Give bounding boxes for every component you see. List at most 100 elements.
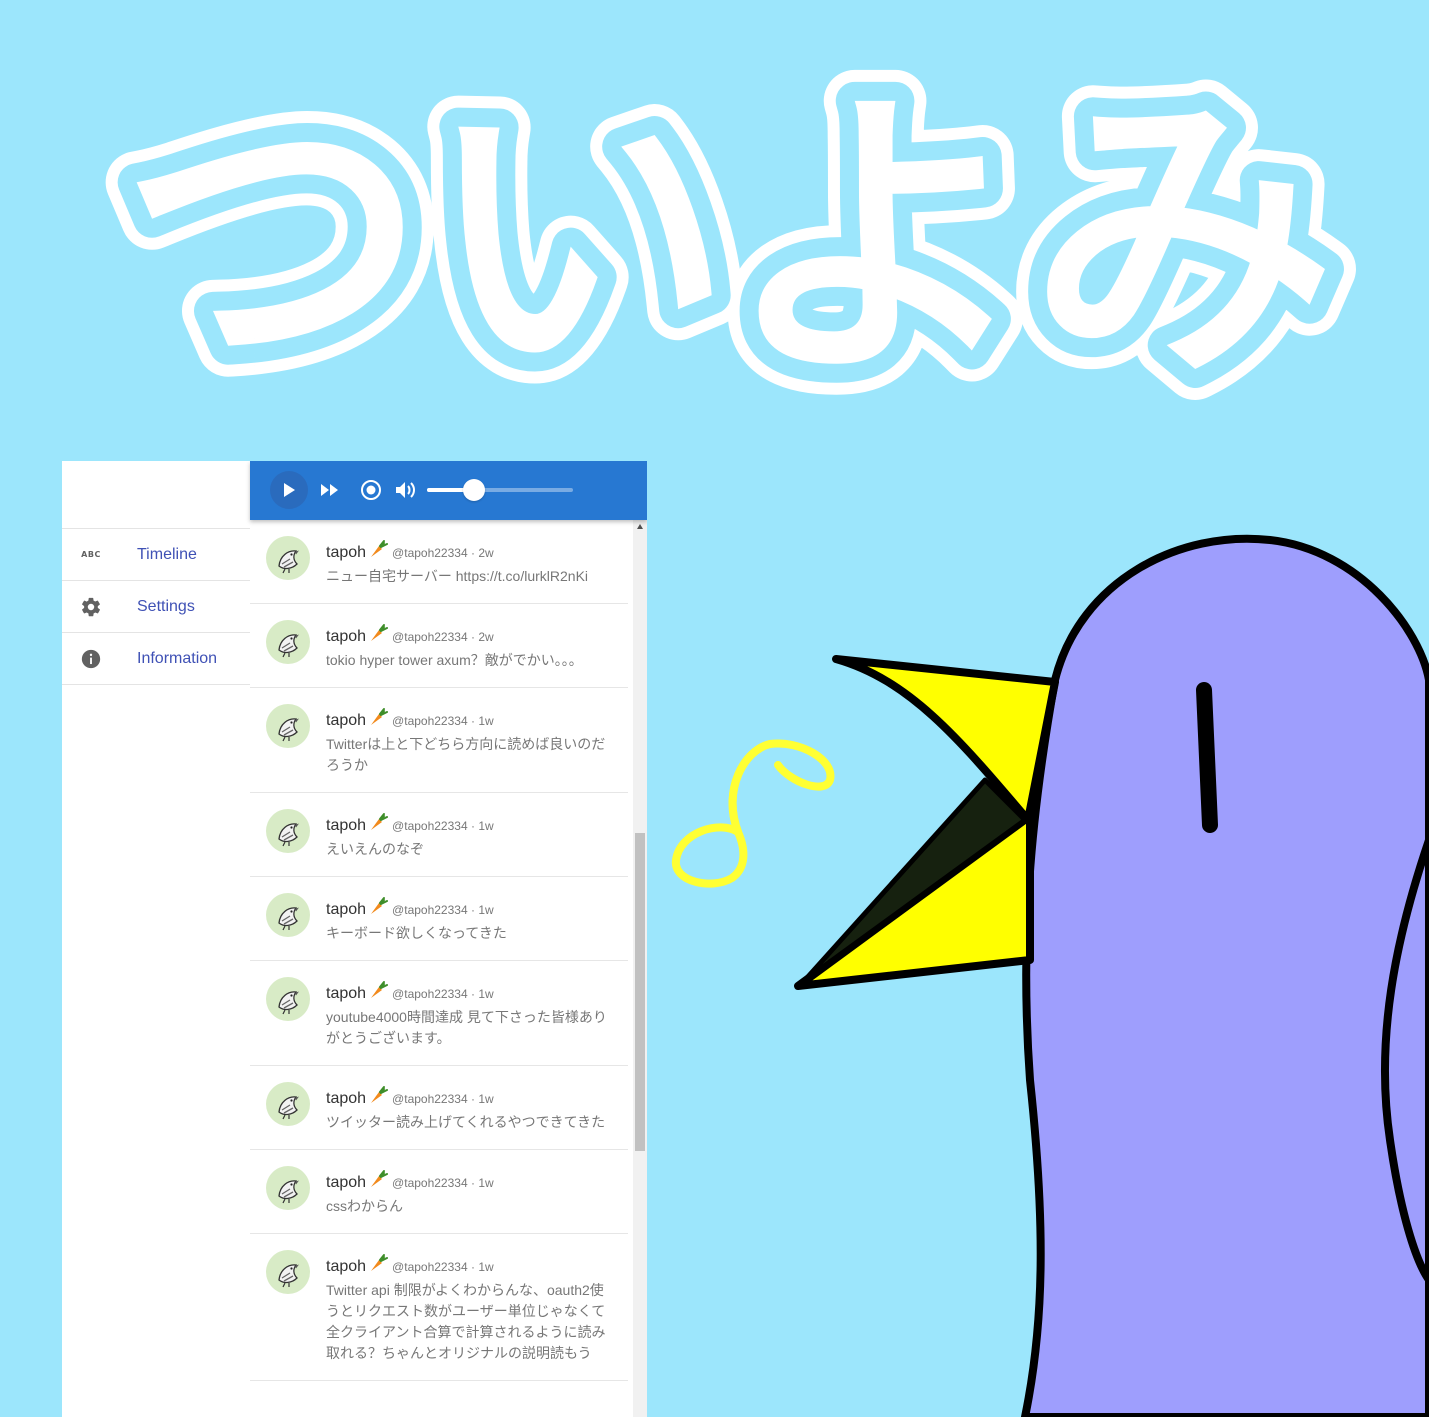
tweet-text: Twitterは上と下どちら方向に読めば良いのだろうか [326,736,606,773]
tweet-item[interactable]: tapoh @tapoh22334 · 1w えいえんのなぞ [250,793,628,877]
tweet-handle[interactable]: @tapoh22334 [392,819,468,833]
tweet-author-name[interactable]: tapoh [326,712,366,729]
avatar[interactable] [266,620,310,664]
scroll-up-arrow[interactable] [633,524,647,534]
avatar[interactable] [266,1082,310,1126]
info-icon [62,648,120,670]
bird-body [1021,534,1429,1417]
tweet-time[interactable]: 1w [478,1176,493,1190]
tweet-handle[interactable]: @tapoh22334 [392,1260,468,1274]
tweet-handle[interactable]: @tapoh22334 [392,1092,468,1106]
tweet-author-name[interactable]: tapoh [326,817,366,834]
feed-scrollbar[interactable] [633,520,647,1417]
tweet-author-name[interactable]: tapoh [326,1090,366,1107]
tweet-time[interactable]: 2w [478,546,493,560]
sidebar-item-label: Timeline [137,545,197,563]
avatar[interactable] [266,1250,310,1294]
player-toolbar [250,461,647,520]
tweet-author-name[interactable]: tapoh [326,544,366,561]
fast-forward-icon [321,484,338,496]
tweet-time[interactable]: 1w [478,1260,493,1274]
tweet-handle[interactable]: @tapoh22334 [392,1176,468,1190]
tweet-item[interactable]: tapoh @tapoh22334 · 2w ニュー自宅サーバー https://… [250,520,628,604]
avatar[interactable] [266,893,310,937]
scrollbar-thumb[interactable] [635,833,645,1151]
tweet-text: キーボード欲しくなってきた [326,925,507,941]
tweet-handle[interactable]: @tapoh22334 [392,714,468,728]
tweet-handle[interactable]: @tapoh22334 [392,987,468,1001]
tweet-meta: @tapoh22334 · 2w [392,630,494,644]
sidebar: ABC Timeline Settings Information [62,461,250,1417]
tweet-author-name[interactable]: tapoh [326,628,366,645]
tweet-item[interactable]: tapoh @tapoh22334 · 1w youtube4000時間達成 見て… [250,961,628,1066]
fast-forward-button[interactable] [311,471,349,509]
music-note-icon [671,739,835,888]
tweet-text: ニュー自宅サーバー https://t.co/lurklR2nKi [326,568,589,584]
tweet-author-name[interactable]: tapoh [326,1174,366,1191]
volume-button[interactable] [386,471,424,509]
tweet-text: えいえんのなぞ [326,841,424,857]
tweet-author-name[interactable]: tapoh [326,985,366,1002]
avatar[interactable] [266,977,310,1021]
tweet-meta: @tapoh22334 · 1w [392,1260,494,1274]
tweet-meta: @tapoh22334 · 1w [392,819,494,833]
logo-text: ついよみ [121,62,1335,417]
volume-slider-thumb[interactable] [462,479,485,501]
tweet-item[interactable]: tapoh @tapoh22334 · 1w ツイッター読み上げてくれるやつできて… [250,1066,628,1150]
app-window: ABC Timeline Settings Information tapoh … [62,461,647,1417]
tweet-item[interactable]: tapoh @tapoh22334 · 1w Twitter api 制限がよくわ… [250,1234,628,1381]
tweet-meta: @tapoh22334 · 1w [392,1176,494,1190]
tweet-handle[interactable]: @tapoh22334 [392,546,468,560]
tweet-time[interactable]: 2w [478,630,493,644]
bird-illustration [671,534,1429,1417]
tweet-time[interactable]: 1w [478,819,493,833]
tweet-author-name[interactable]: tapoh [326,901,366,918]
bird-beak-upper [832,655,1059,824]
sidebar-header [62,461,250,529]
volume-slider[interactable] [427,479,573,501]
avatar[interactable] [266,704,310,748]
sidebar-item-information[interactable]: Information [62,633,250,685]
sidebar-item-timeline[interactable]: ABC Timeline [62,529,250,581]
play-icon [284,483,295,497]
tweet-time[interactable]: 1w [478,903,493,917]
tweet-handle[interactable]: @tapoh22334 [392,630,468,644]
volume-icon [396,482,415,498]
play-button[interactable] [270,471,308,509]
carrot-icon [368,1253,389,1277]
bird-eye [1196,682,1218,833]
tweet-meta: @tapoh22334 · 1w [392,987,494,1001]
tweet-meta: @tapoh22334 · 1w [392,1092,494,1106]
record-icon [361,480,381,500]
carrot-icon [368,812,389,836]
tweet-handle[interactable]: @tapoh22334 [392,903,468,917]
abc-icon: ABC [81,550,101,559]
carrot-icon [368,539,389,563]
avatar[interactable] [266,809,310,853]
tweet-item[interactable]: tapoh @tapoh22334 · 2w tokio hyper tower … [250,604,628,688]
record-button[interactable] [352,471,390,509]
sidebar-item-label: Information [137,649,218,667]
carrot-icon [368,1085,389,1109]
carrot-icon [368,707,389,731]
tweet-meta: @tapoh22334 · 2w [392,546,494,560]
tweet-meta: @tapoh22334 · 1w [392,714,494,728]
sidebar-item-label: Settings [137,597,195,615]
avatar[interactable] [266,1166,310,1210]
tweet-time[interactable]: 1w [478,1092,493,1106]
carrot-icon [368,980,389,1004]
avatar[interactable] [266,536,310,580]
tweet-text: cssわからん [326,1198,403,1214]
tweet-text: youtube4000時間達成 見て下さった皆様ありがとうございます。 [326,1009,607,1046]
sidebar-item-settings[interactable]: Settings [62,581,250,633]
tweet-author-name[interactable]: tapoh [326,1258,366,1275]
tweet-item[interactable]: tapoh @tapoh22334 · 1w Twitterは上と下どちら方向に読… [250,688,628,793]
tweet-item[interactable]: tapoh @tapoh22334 · 1w cssわからん [250,1150,628,1234]
tweet-time[interactable]: 1w [478,714,493,728]
carrot-icon [368,623,389,647]
tweet-time[interactable]: 1w [478,987,493,1001]
app-logo: ついよみ ついよみ ついよみ [90,31,1366,448]
tweet-text: tokio hyper tower axum？敵がでかい。。。 [326,652,583,668]
carrot-icon [368,1169,389,1193]
tweet-item[interactable]: tapoh @tapoh22334 · 1w キーボード欲しくなってきた [250,877,628,961]
